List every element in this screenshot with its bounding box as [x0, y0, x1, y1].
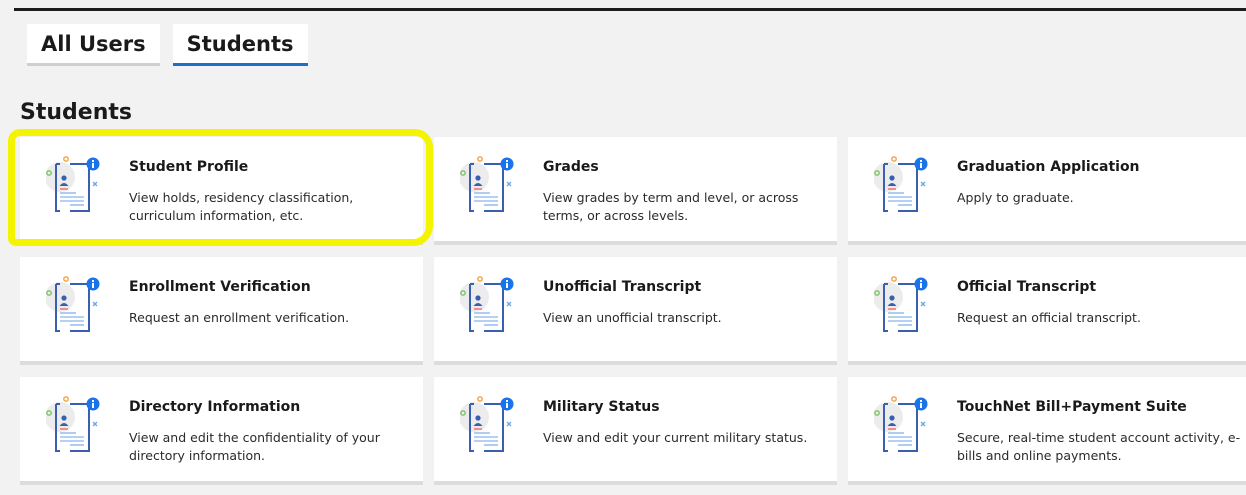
card-title: Unofficial Transcript — [543, 279, 702, 295]
tab-label: All Users — [41, 31, 146, 56]
card-description: View holds, residency classification, cu… — [129, 190, 354, 223]
profile-document-icon — [874, 276, 928, 332]
card-description: Request an enrollment verification. — [129, 310, 350, 325]
profile-document-icon — [46, 396, 100, 452]
tab-label: Students — [186, 31, 294, 56]
profile-document-icon — [460, 156, 514, 212]
user-type-tabs: All Users Students — [27, 24, 308, 66]
card-title: Graduation Application — [957, 159, 1140, 175]
card-description: Secure, real-time student account activi… — [957, 430, 1241, 463]
section-title: Students — [20, 100, 132, 125]
card-description: View and edit your current military stat… — [543, 430, 808, 445]
card-touchnet-bill-payment[interactable]: TouchNet Bill+Payment Suite Secure, real… — [848, 377, 1246, 485]
card-title: Directory Information — [129, 399, 301, 415]
card-enrollment-verification[interactable]: Enrollment Verification Request an enrol… — [20, 257, 423, 365]
card-description: View grades by term and level, or across… — [543, 190, 799, 223]
tab-students[interactable]: Students — [172, 24, 308, 66]
card-directory-information[interactable]: Directory Information View and edit the … — [20, 377, 423, 485]
profile-document-icon — [46, 156, 100, 212]
profile-document-icon — [874, 156, 928, 212]
card-title: Official Transcript — [957, 279, 1097, 295]
card-title: Enrollment Verification — [129, 279, 311, 295]
profile-document-icon — [460, 276, 514, 332]
top-divider — [14, 8, 1246, 11]
profile-document-icon — [46, 276, 100, 332]
card-title: TouchNet Bill+Payment Suite — [957, 399, 1187, 415]
card-description: View an unofficial transcript. — [543, 310, 722, 325]
card-title: Grades — [543, 159, 599, 175]
card-student-profile[interactable]: Student Profile View holds, residency cl… — [20, 137, 423, 245]
card-description: Apply to graduate. — [957, 190, 1074, 205]
card-description: View and edit the confidentiality of you… — [129, 430, 380, 463]
card-unofficial-transcript[interactable]: Unofficial Transcript View an unofficial… — [434, 257, 837, 365]
tab-all-users[interactable]: All Users — [27, 24, 160, 66]
card-description: Request an official transcript. — [957, 310, 1141, 325]
card-grades[interactable]: Grades View grades by term and level, or… — [434, 137, 837, 245]
profile-document-icon — [874, 396, 928, 452]
card-military-status[interactable]: Military Status View and edit your curre… — [434, 377, 837, 485]
card-graduation-application[interactable]: Graduation Application Apply to graduate… — [848, 137, 1246, 245]
card-title: Military Status — [543, 399, 660, 415]
profile-document-icon — [460, 396, 514, 452]
card-official-transcript[interactable]: Official Transcript Request an official … — [848, 257, 1246, 365]
student-cards-grid: Student Profile View holds, residency cl… — [20, 137, 1246, 485]
card-title: Student Profile — [129, 159, 249, 175]
